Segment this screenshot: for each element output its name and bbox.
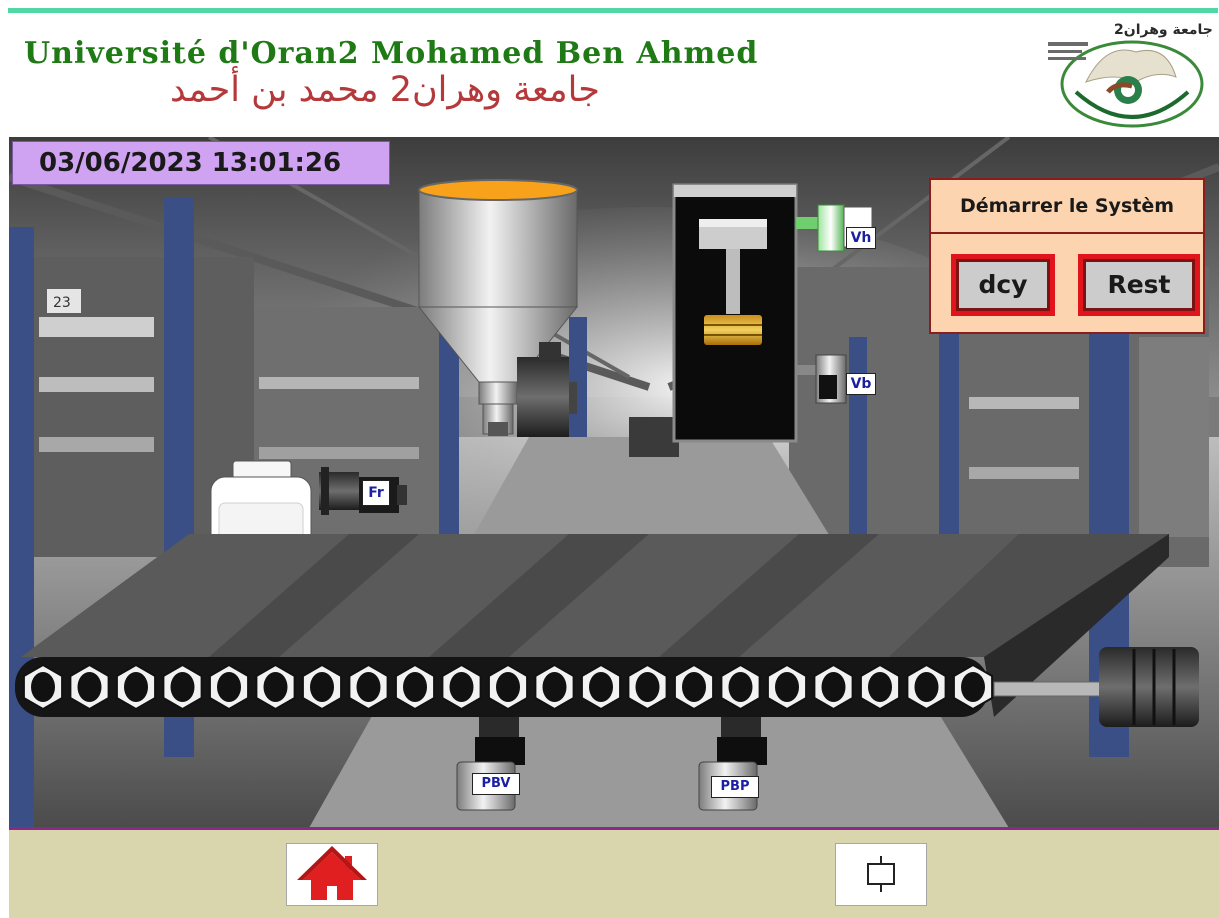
conveyor-rollers (22, 663, 994, 711)
roller-hole (961, 672, 985, 702)
university-title-arabic: جامعة وهران2 محمد بن أحمد (170, 70, 600, 110)
roller-hole (356, 672, 381, 702)
header-accent-line (8, 8, 1218, 13)
valve-vh-label: Vh (846, 227, 876, 249)
roller-hole (263, 672, 288, 702)
roller-hole (682, 672, 706, 702)
control-panel-title: Démarrer le Systèm (931, 180, 1203, 234)
roller-hole (31, 672, 55, 702)
roller-hole (542, 672, 567, 702)
university-logo (1048, 40, 1204, 128)
frame-icon (867, 856, 895, 892)
roller-hole (449, 672, 474, 702)
screen-switch-button[interactable] (835, 843, 927, 906)
roller-hole (77, 672, 102, 702)
sensor-pbp-label: PBP (711, 776, 759, 798)
sensor-pbv-label: PBV (472, 773, 520, 795)
svg-text:23: 23 (53, 295, 71, 311)
university-title-french: Université d'Oran2 Mohamed Ben Ahmed (24, 36, 759, 71)
roller-hole (170, 672, 195, 702)
roller-hole (775, 672, 799, 702)
control-panel: Démarrer le Systèm dcy Rest (929, 178, 1205, 334)
valve-vb-label: Vb (846, 373, 876, 395)
roller-hole (635, 672, 660, 702)
roller-hole (728, 672, 753, 702)
roller-hole (914, 672, 939, 702)
roller-hole (403, 672, 427, 702)
roller-hole (217, 672, 241, 702)
home-button[interactable] (286, 843, 378, 906)
roller-hole (868, 672, 892, 702)
press-station (672, 183, 798, 443)
header: Université d'Oran2 Mohamed Ben Ahmed جام… (0, 0, 1219, 137)
roller-hole (821, 672, 846, 702)
home-icon (297, 846, 367, 900)
roller-hole (310, 672, 334, 702)
datetime-display: 03/06/2023 13:01:26 (12, 141, 390, 185)
roller-hole (589, 672, 613, 702)
start-cycle-button[interactable]: dcy (951, 254, 1055, 316)
roller-hole (496, 672, 520, 702)
logo-arabic-caption: جامعة وهران2 (1114, 22, 1213, 38)
roller-hole (124, 672, 148, 702)
footer-bar (9, 830, 1219, 918)
filler-valve-label: Fr (362, 480, 390, 506)
reset-button[interactable]: Rest (1078, 254, 1200, 316)
